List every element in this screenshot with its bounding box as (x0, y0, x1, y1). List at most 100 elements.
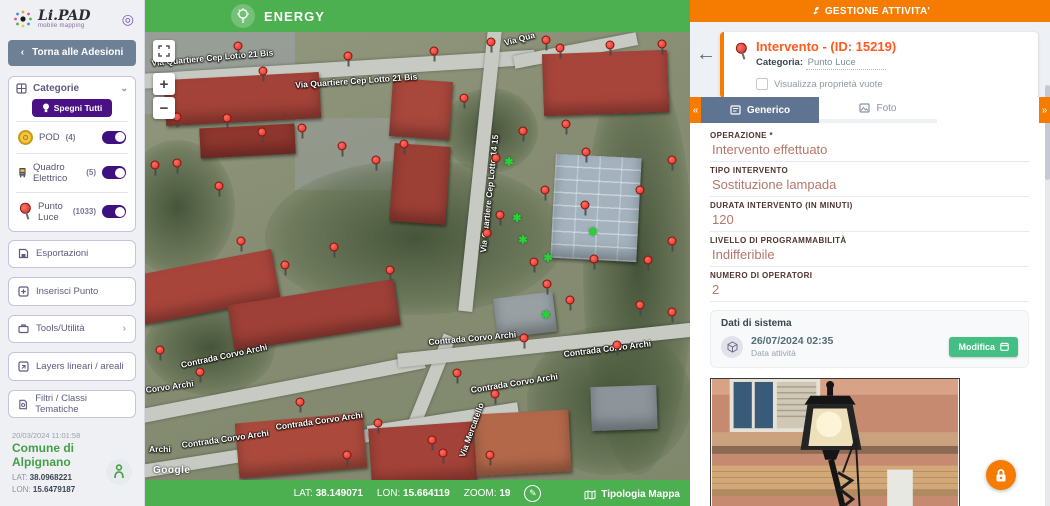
scroll-tabs-left-button[interactable]: « (690, 97, 701, 123)
map-marker[interactable] (492, 154, 501, 163)
map-marker[interactable] (258, 128, 267, 137)
map-marker[interactable] (581, 201, 590, 210)
map-marker[interactable] (374, 419, 383, 428)
punto-luce-toggle[interactable] (102, 205, 126, 218)
map-marker[interactable] (486, 451, 495, 460)
map-marker[interactable] (556, 44, 565, 53)
map-marker[interactable] (542, 36, 551, 45)
map-star-marker[interactable]: ✱ (543, 252, 552, 265)
map-marker[interactable] (668, 308, 677, 317)
target-icon[interactable]: ◎ (122, 12, 134, 26)
field-label: TIPO INTERVENTO (710, 166, 1029, 175)
map-marker[interactable] (237, 237, 246, 246)
map-marker[interactable] (590, 255, 599, 264)
field-value[interactable]: 120 (710, 210, 1029, 232)
field-value[interactable]: Indifferibile (710, 245, 1029, 267)
map-marker[interactable] (530, 258, 539, 267)
pod-icon (18, 130, 33, 145)
map-marker[interactable] (151, 161, 160, 170)
map-star-marker[interactable]: ✱ (588, 226, 597, 239)
map-marker[interactable] (338, 142, 347, 151)
map-marker[interactable] (215, 182, 224, 191)
edit-coordinates-icon[interactable]: ✎ (524, 485, 541, 502)
filtri-classi-button[interactable]: Filtri / Classi Tematiche (8, 390, 136, 419)
map-star-marker[interactable]: ✱ (541, 309, 550, 322)
spegni-tutti-button[interactable]: Spegni Tutti (32, 99, 112, 117)
map-marker[interactable] (439, 449, 448, 458)
map-marker[interactable] (428, 436, 437, 445)
map-marker[interactable] (259, 67, 268, 76)
map-star-marker[interactable]: ✱ (512, 212, 521, 225)
map-marker[interactable] (400, 140, 409, 149)
map-marker[interactable] (496, 211, 505, 220)
lamp-photo[interactable] (710, 378, 960, 506)
field-value[interactable]: 2 (710, 280, 1029, 302)
map-marker[interactable] (636, 186, 645, 195)
map-marker[interactable] (566, 296, 575, 305)
map-marker[interactable] (487, 38, 496, 47)
map-marker[interactable] (460, 94, 469, 103)
field-value[interactable]: Intervento effettuato (710, 140, 1029, 162)
map-marker[interactable] (636, 301, 645, 310)
form-field: TIPO INTERVENTO Sostituzione lampada (710, 166, 1029, 197)
quadro-toggle[interactable] (102, 166, 126, 179)
map-marker[interactable] (644, 256, 653, 265)
map-marker[interactable] (298, 124, 307, 133)
map-marker[interactable] (386, 266, 395, 275)
map-canvas[interactable]: ✱✱✱✱✱✱Via Quartiere Cep Lotto 21 BisVia … (145, 0, 690, 506)
map-marker[interactable] (430, 47, 439, 56)
map-marker[interactable] (658, 40, 667, 49)
tab-foto[interactable]: Foto (819, 97, 937, 119)
show-empty-props-checkbox[interactable] (756, 78, 768, 90)
back-to-adesioni-button[interactable]: ‹ Torna alle Adesioni (8, 40, 136, 66)
map-marker[interactable] (668, 237, 677, 246)
map-marker[interactable] (520, 334, 529, 343)
tools-utilita-button[interactable]: Tools/Utilità › (8, 315, 136, 344)
map-star-marker[interactable]: ✱ (504, 156, 513, 169)
map-type-button[interactable]: Tipologia Mappa (584, 489, 680, 500)
fullscreen-button[interactable] (153, 40, 175, 62)
map-marker[interactable] (234, 42, 243, 51)
inserisci-punto-button[interactable]: Inserisci Punto (8, 277, 136, 306)
map-marker[interactable] (330, 243, 339, 252)
map-marker[interactable] (281, 261, 290, 270)
field-value[interactable]: Sostituzione lampada (710, 175, 1029, 197)
map-marker[interactable] (668, 156, 677, 165)
scroll-tabs-right-button[interactable]: » (1039, 97, 1050, 123)
esportazioni-button[interactable]: Esportazioni (8, 240, 136, 269)
map-marker[interactable] (483, 229, 492, 238)
map-marker[interactable] (519, 127, 528, 136)
map-marker[interactable] (453, 369, 462, 378)
map-marker[interactable] (582, 148, 591, 157)
zoom-out-button[interactable]: − (153, 97, 175, 119)
map-marker[interactable] (344, 52, 353, 61)
activity-datetime: 26/07/2024 02:35 (751, 335, 833, 347)
map-marker[interactable] (543, 280, 552, 289)
map-marker[interactable] (562, 120, 571, 129)
map-marker[interactable] (372, 156, 381, 165)
panel-scrollbar[interactable] (1045, 85, 1050, 506)
lock-button[interactable] (986, 460, 1016, 490)
dati-sistema-title: Dati di sistema (721, 318, 1018, 329)
tab-generico[interactable]: Generico (701, 97, 819, 123)
map-marker[interactable] (173, 159, 182, 168)
logo-subtitle: mobile mapping (38, 23, 91, 29)
map-marker[interactable] (296, 398, 305, 407)
pod-toggle[interactable] (102, 131, 126, 144)
map-marker[interactable] (343, 451, 352, 460)
map-star-marker[interactable]: ✱ (518, 234, 527, 247)
field-label: NUMERO DI OPERATORI (710, 271, 1029, 280)
map-marker[interactable] (541, 186, 550, 195)
map-marker[interactable] (606, 41, 615, 50)
categories-header[interactable]: Categorie ⌄ (16, 83, 128, 99)
map-marker[interactable] (156, 346, 165, 355)
map-marker[interactable] (613, 341, 622, 350)
map-marker[interactable] (196, 368, 205, 377)
modifica-button[interactable]: Modifica (949, 337, 1018, 357)
layers-button[interactable]: Layers lineari / areali (8, 352, 136, 381)
back-arrow[interactable]: ← (696, 44, 716, 64)
map-marker[interactable] (491, 390, 500, 399)
form-field: LIVELLO DI PROGRAMMABILITÀ Indifferibile (710, 236, 1029, 267)
zoom-in-button[interactable]: + (153, 73, 175, 95)
map-marker[interactable] (223, 114, 232, 123)
